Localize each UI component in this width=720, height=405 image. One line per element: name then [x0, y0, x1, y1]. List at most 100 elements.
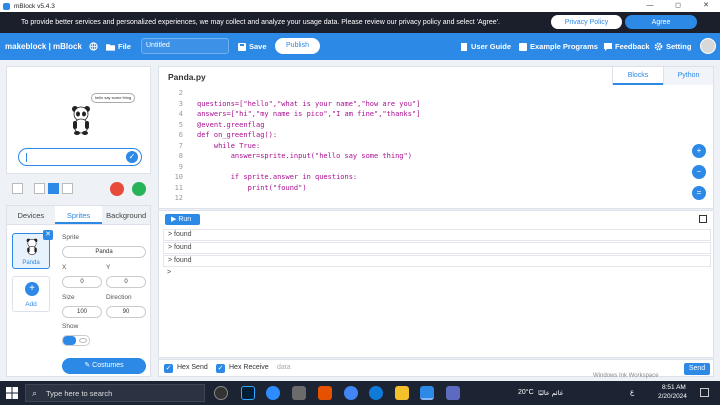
size-label: Size: [62, 294, 75, 301]
user-guide-menu[interactable]: User Guide: [460, 42, 511, 51]
fullscreen-icon[interactable]: [12, 183, 23, 194]
small-stage-icon[interactable]: [34, 183, 45, 194]
size-input[interactable]: 100: [62, 306, 102, 318]
stop-icon[interactable]: [110, 182, 124, 196]
sprite-card-label: Panda: [22, 260, 40, 266]
send-button[interactable]: Send: [684, 363, 710, 375]
menu-bar: makeblock | mBlock File Untitled Save Pu…: [0, 33, 720, 60]
python-code-area[interactable]: 2 3 questions=["hello","what is your name"…: [159, 89, 685, 210]
user-avatar[interactable]: [700, 38, 716, 54]
language-indicator[interactable]: ع: [630, 388, 634, 396]
app-icon[interactable]: [292, 386, 306, 400]
line-number: 8: [178, 152, 183, 160]
direction-input[interactable]: 90: [106, 306, 146, 318]
sprite-name-input[interactable]: Panda: [62, 246, 146, 258]
project-title-input[interactable]: Untitled: [141, 38, 229, 54]
code-line[interactable]: 4 answers=["hi","my name is pico","I am f…: [159, 110, 685, 121]
language-globe-icon[interactable]: [89, 42, 98, 51]
code-line[interactable]: 9: [159, 163, 685, 174]
file-menu[interactable]: File: [106, 42, 131, 51]
privacy-policy-button[interactable]: Privacy Policy: [551, 15, 622, 29]
publish-button[interactable]: Publish: [275, 38, 320, 54]
zoom-app-icon[interactable]: [266, 386, 280, 400]
maximize-button[interactable]: ◻: [664, 0, 692, 12]
clock-date[interactable]: 2/20/2024: [658, 393, 687, 400]
zoom-out-icon[interactable]: −: [692, 165, 706, 179]
notification-icon[interactable]: [700, 388, 709, 397]
code-text: questions=["hello","what is your name","…: [197, 99, 421, 108]
line-number: 3: [178, 99, 183, 108]
tab-devices[interactable]: Devices: [7, 206, 55, 224]
green-flag-icon[interactable]: [132, 182, 146, 196]
ask-answer-input[interactable]: ✓: [18, 148, 142, 166]
tab-background[interactable]: Background: [102, 206, 151, 224]
panda-sprite[interactable]: [70, 105, 92, 135]
code-line[interactable]: 10 if sprite.answer in questions:: [159, 173, 685, 184]
normal-stage-icon[interactable]: [48, 183, 59, 194]
feedback-menu[interactable]: Feedback: [604, 42, 650, 51]
sprite-card-panda[interactable]: ✕ Panda: [12, 230, 53, 269]
delete-sprite-icon[interactable]: ✕: [43, 230, 53, 240]
code-line[interactable]: 11 print("found"): [159, 184, 685, 195]
code-line[interactable]: 2: [159, 89, 685, 100]
run-button[interactable]: ▶ Run: [165, 214, 200, 225]
code-line[interactable]: 8 answer=sprite.input("hello say some th…: [159, 152, 685, 163]
code-editor-panel: Panda.py Blocks Python 2 3 questions=["hel…: [158, 66, 714, 209]
line-number: 12: [174, 194, 183, 202]
feedback-label: Feedback: [615, 42, 650, 51]
costumes-button[interactable]: ✎ Costumes: [62, 358, 146, 374]
submit-answer-check-icon[interactable]: ✓: [126, 151, 138, 163]
zoom-in-icon[interactable]: +: [692, 144, 706, 158]
console-row: > found: [163, 242, 711, 254]
minimize-button[interactable]: —: [636, 0, 664, 12]
line-number: 4: [178, 110, 183, 118]
add-sprite-button[interactable]: + Add: [12, 276, 50, 312]
line-number: 6: [178, 131, 183, 139]
windows-taskbar: ⌕ Type here to search 20°C غائم عالبًا ع…: [0, 381, 720, 405]
mblock-taskbar-icon[interactable]: [420, 386, 434, 400]
weather-condition: غائم عالبًا: [538, 390, 564, 397]
tab-blocks[interactable]: Blocks: [613, 67, 663, 85]
taskbar-search-input[interactable]: ⌕ Type here to search: [25, 384, 205, 402]
close-window-button[interactable]: ✕: [692, 0, 720, 12]
code-line[interactable]: 12: [159, 194, 685, 205]
photoshop-icon[interactable]: [241, 386, 255, 400]
clock-time[interactable]: 8:51 AM: [662, 384, 686, 391]
weather-temp[interactable]: 20°C: [518, 389, 534, 396]
large-stage-icon[interactable]: [62, 183, 73, 194]
zoom-reset-icon[interactable]: =: [692, 186, 706, 200]
clear-console-icon[interactable]: [699, 215, 707, 223]
windows-start-icon[interactable]: [6, 387, 18, 399]
tab-python[interactable]: Python: [663, 67, 713, 85]
code-line[interactable]: 6 def on_greenflag():: [159, 131, 685, 142]
code-text: @event.greenflag: [197, 120, 265, 129]
serial-data-input[interactable]: data: [277, 364, 291, 371]
console-input-row[interactable]: >: [163, 268, 711, 280]
chrome-icon[interactable]: [344, 386, 358, 400]
x-input[interactable]: 0: [62, 276, 102, 288]
speech-bubble: hello say some thing: [91, 93, 135, 103]
agree-button[interactable]: Agree: [625, 15, 697, 29]
code-line[interactable]: 3 questions=["hello","what is your name",…: [159, 100, 685, 111]
hex-receive-checkbox[interactable]: ✓: [216, 364, 225, 373]
mblock-app-icon: [3, 2, 10, 10]
example-programs-menu[interactable]: Example Programs: [519, 42, 598, 51]
setting-menu[interactable]: Setting: [654, 42, 691, 51]
line-number: 10: [174, 173, 183, 181]
tab-sprites[interactable]: Sprites: [54, 206, 103, 224]
hex-send-label: Hex Send: [177, 364, 208, 371]
app-icon[interactable]: [446, 386, 460, 400]
edge-icon[interactable]: [369, 386, 383, 400]
save-button[interactable]: Save: [238, 42, 267, 51]
code-line[interactable]: 5 @event.greenflag: [159, 121, 685, 132]
file-explorer-icon[interactable]: [395, 386, 409, 400]
panda-thumbnail-icon: [26, 238, 38, 256]
task-view-icon[interactable]: [214, 386, 228, 400]
app-icon[interactable]: [318, 386, 332, 400]
stage-panel: hello say some thing ✓: [6, 66, 151, 174]
show-toggle[interactable]: [62, 335, 90, 346]
code-line[interactable]: 7 while True:: [159, 142, 685, 153]
y-input[interactable]: 0: [106, 276, 146, 288]
hex-send-checkbox[interactable]: ✓: [164, 364, 173, 373]
x-label: X: [62, 264, 67, 271]
